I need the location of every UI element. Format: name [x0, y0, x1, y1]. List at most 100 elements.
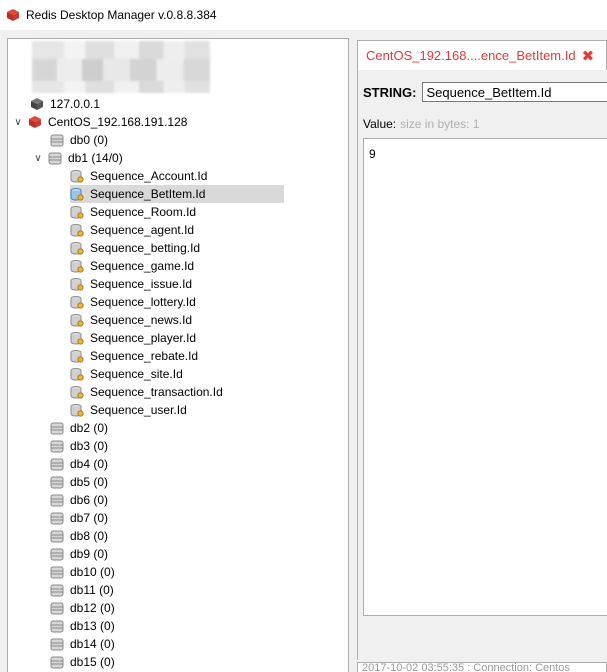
log-console: 2017-10-02 03:55:35 : Connection: Centos	[357, 662, 607, 672]
tree-item-db[interactable]: db10 (0)	[50, 563, 115, 581]
database-icon	[50, 134, 64, 147]
log-text: 2017-10-02 03:55:35 : Connection: Centos	[362, 662, 570, 672]
tree-key-item[interactable]: Sequence_game.Id	[70, 257, 196, 275]
key-label: Sequence_betting.Id	[90, 241, 201, 255]
database-icon	[50, 476, 64, 489]
database-icon	[48, 152, 62, 165]
tree-item-label: db11 (0)	[70, 583, 114, 597]
tree-item-db1[interactable]: ∨ db1 (14/0)	[32, 149, 123, 167]
tree-key-item[interactable]: Sequence_transaction.Id	[70, 383, 225, 401]
tree-key-item[interactable]: Sequence_player.Id	[70, 329, 198, 347]
tree-item-db[interactable]: db11 (0)	[50, 581, 114, 599]
tree-item-label: db12 (0)	[70, 601, 115, 615]
tree-key-item[interactable]: Sequence_rebate.Id	[70, 347, 200, 365]
chevron-down-icon[interactable]: ∨	[12, 117, 24, 128]
database-icon	[50, 602, 64, 615]
tree-item-db[interactable]: db6 (0)	[50, 491, 108, 509]
tree-item-db[interactable]: db4 (0)	[50, 455, 108, 473]
server-icon	[31, 98, 43, 110]
tree-item-label: 127.0.0.1	[50, 97, 101, 111]
key-label: Sequence_transaction.Id	[90, 385, 223, 399]
key-type-label: STRING:	[363, 84, 417, 100]
tree-item-label: db1 (14/0)	[68, 151, 123, 165]
tree-key-item[interactable]: Sequence_news.Id	[70, 311, 194, 329]
tree-item-db[interactable]: db15 (0)	[50, 653, 115, 671]
key-icon	[70, 278, 84, 291]
database-icon	[50, 494, 64, 507]
tree-item-label: db13 (0)	[70, 619, 115, 633]
database-icon	[50, 458, 64, 471]
tree-item-db0[interactable]: db0 (0)	[50, 131, 108, 149]
key-icon	[70, 350, 84, 363]
key-icon	[70, 314, 84, 327]
key-label: Sequence_site.Id	[90, 367, 183, 381]
value-editor[interactable]: 9	[363, 138, 607, 616]
database-icon	[50, 548, 64, 561]
value-size-hint: size in bytes: 1	[400, 117, 480, 131]
tree-key-item[interactable]: Sequence_lottery.Id	[70, 293, 198, 311]
tree-item-label: db3 (0)	[70, 439, 109, 453]
chevron-down-icon[interactable]: ∨	[32, 153, 44, 164]
key-label: Sequence_news.Id	[90, 313, 193, 327]
tree-item-label: db6 (0)	[70, 493, 109, 507]
tree-item-localhost[interactable]: 127.0.0.1	[30, 95, 100, 113]
tree-item-label: db9 (0)	[70, 547, 109, 561]
database-icon	[50, 584, 64, 597]
database-icon	[50, 638, 64, 651]
key-label: Sequence_BetItem.Id	[90, 187, 206, 201]
key-label: Sequence_Room.Id	[90, 205, 197, 219]
database-icon	[50, 422, 64, 435]
tree-key-item[interactable]: Sequence_issue.Id	[70, 275, 194, 293]
tree-key-item[interactable]: Sequence_Account.Id	[70, 167, 209, 185]
key-name-input[interactable]	[422, 82, 607, 102]
connection-tree[interactable]: 127.0.0.1 ∨ CentOS_192.168.191.128 db0 (…	[7, 38, 349, 672]
window-title: Redis Desktop Manager v.0.8.8.384	[26, 8, 217, 22]
value-label-row: Value: size in bytes: 1	[363, 117, 480, 131]
key-icon	[70, 404, 84, 417]
key-label: Sequence_lottery.Id	[90, 295, 196, 309]
tab-key-editor[interactable]: CentOS_192.168....ence_BetItem.Id ✖	[357, 40, 607, 70]
value-label: Value:	[363, 117, 397, 131]
tree-key-item[interactable]: Sequence_BetItem.Id	[70, 185, 284, 203]
key-icon	[70, 332, 84, 345]
key-label: Sequence_user.Id	[90, 403, 187, 417]
tree-key-item[interactable]: Sequence_Room.Id	[70, 203, 198, 221]
database-icon	[50, 530, 64, 543]
tree-item-db[interactable]: db13 (0)	[50, 617, 115, 635]
tree-key-item[interactable]: Sequence_user.Id	[70, 401, 189, 419]
key-icon	[70, 206, 84, 219]
title-bar: Redis Desktop Manager v.0.8.8.384	[0, 0, 607, 30]
tab-label: CentOS_192.168....ence_BetItem.Id	[366, 48, 576, 63]
tree-item-label: db14 (0)	[70, 637, 115, 651]
key-icon	[70, 224, 84, 237]
database-icon	[50, 440, 64, 453]
tree-key-item[interactable]: Sequence_betting.Id	[70, 239, 202, 257]
tree-key-item[interactable]: Sequence_site.Id	[70, 365, 185, 383]
tree-item-db[interactable]: db5 (0)	[50, 473, 108, 491]
redis-logo-icon	[7, 9, 19, 21]
tree-item-server[interactable]: ∨ CentOS_192.168.191.128	[12, 113, 187, 131]
tree-item-label: db10 (0)	[70, 565, 115, 579]
close-icon[interactable]: ✖	[582, 47, 595, 65]
key-icon	[70, 242, 84, 255]
key-label: Sequence_agent.Id	[90, 223, 195, 237]
tree-item-db[interactable]: db7 (0)	[50, 509, 108, 527]
database-icon	[50, 620, 64, 633]
tree-item-db[interactable]: db3 (0)	[50, 437, 108, 455]
tree-item-label: CentOS_192.168.191.128	[48, 115, 188, 129]
database-icon	[50, 512, 64, 525]
key-label: Sequence_player.Id	[90, 331, 197, 345]
tree-item-db[interactable]: db2 (0)	[50, 419, 108, 437]
key-icon	[70, 188, 84, 201]
key-label: Sequence_game.Id	[90, 259, 195, 273]
tree-item-label: db4 (0)	[70, 457, 109, 471]
key-icon	[70, 296, 84, 309]
editor-panel: CentOS_192.168....ence_BetItem.Id ✖ STRI…	[355, 38, 607, 672]
tree-item-label: db8 (0)	[70, 529, 109, 543]
tree-item-db[interactable]: db14 (0)	[50, 635, 115, 653]
tree-item-db[interactable]: db12 (0)	[50, 599, 115, 617]
tree-item-db[interactable]: db9 (0)	[50, 545, 108, 563]
tree-item-db[interactable]: db8 (0)	[50, 527, 108, 545]
tree-key-item[interactable]: Sequence_agent.Id	[70, 221, 196, 239]
key-icon	[70, 260, 84, 273]
